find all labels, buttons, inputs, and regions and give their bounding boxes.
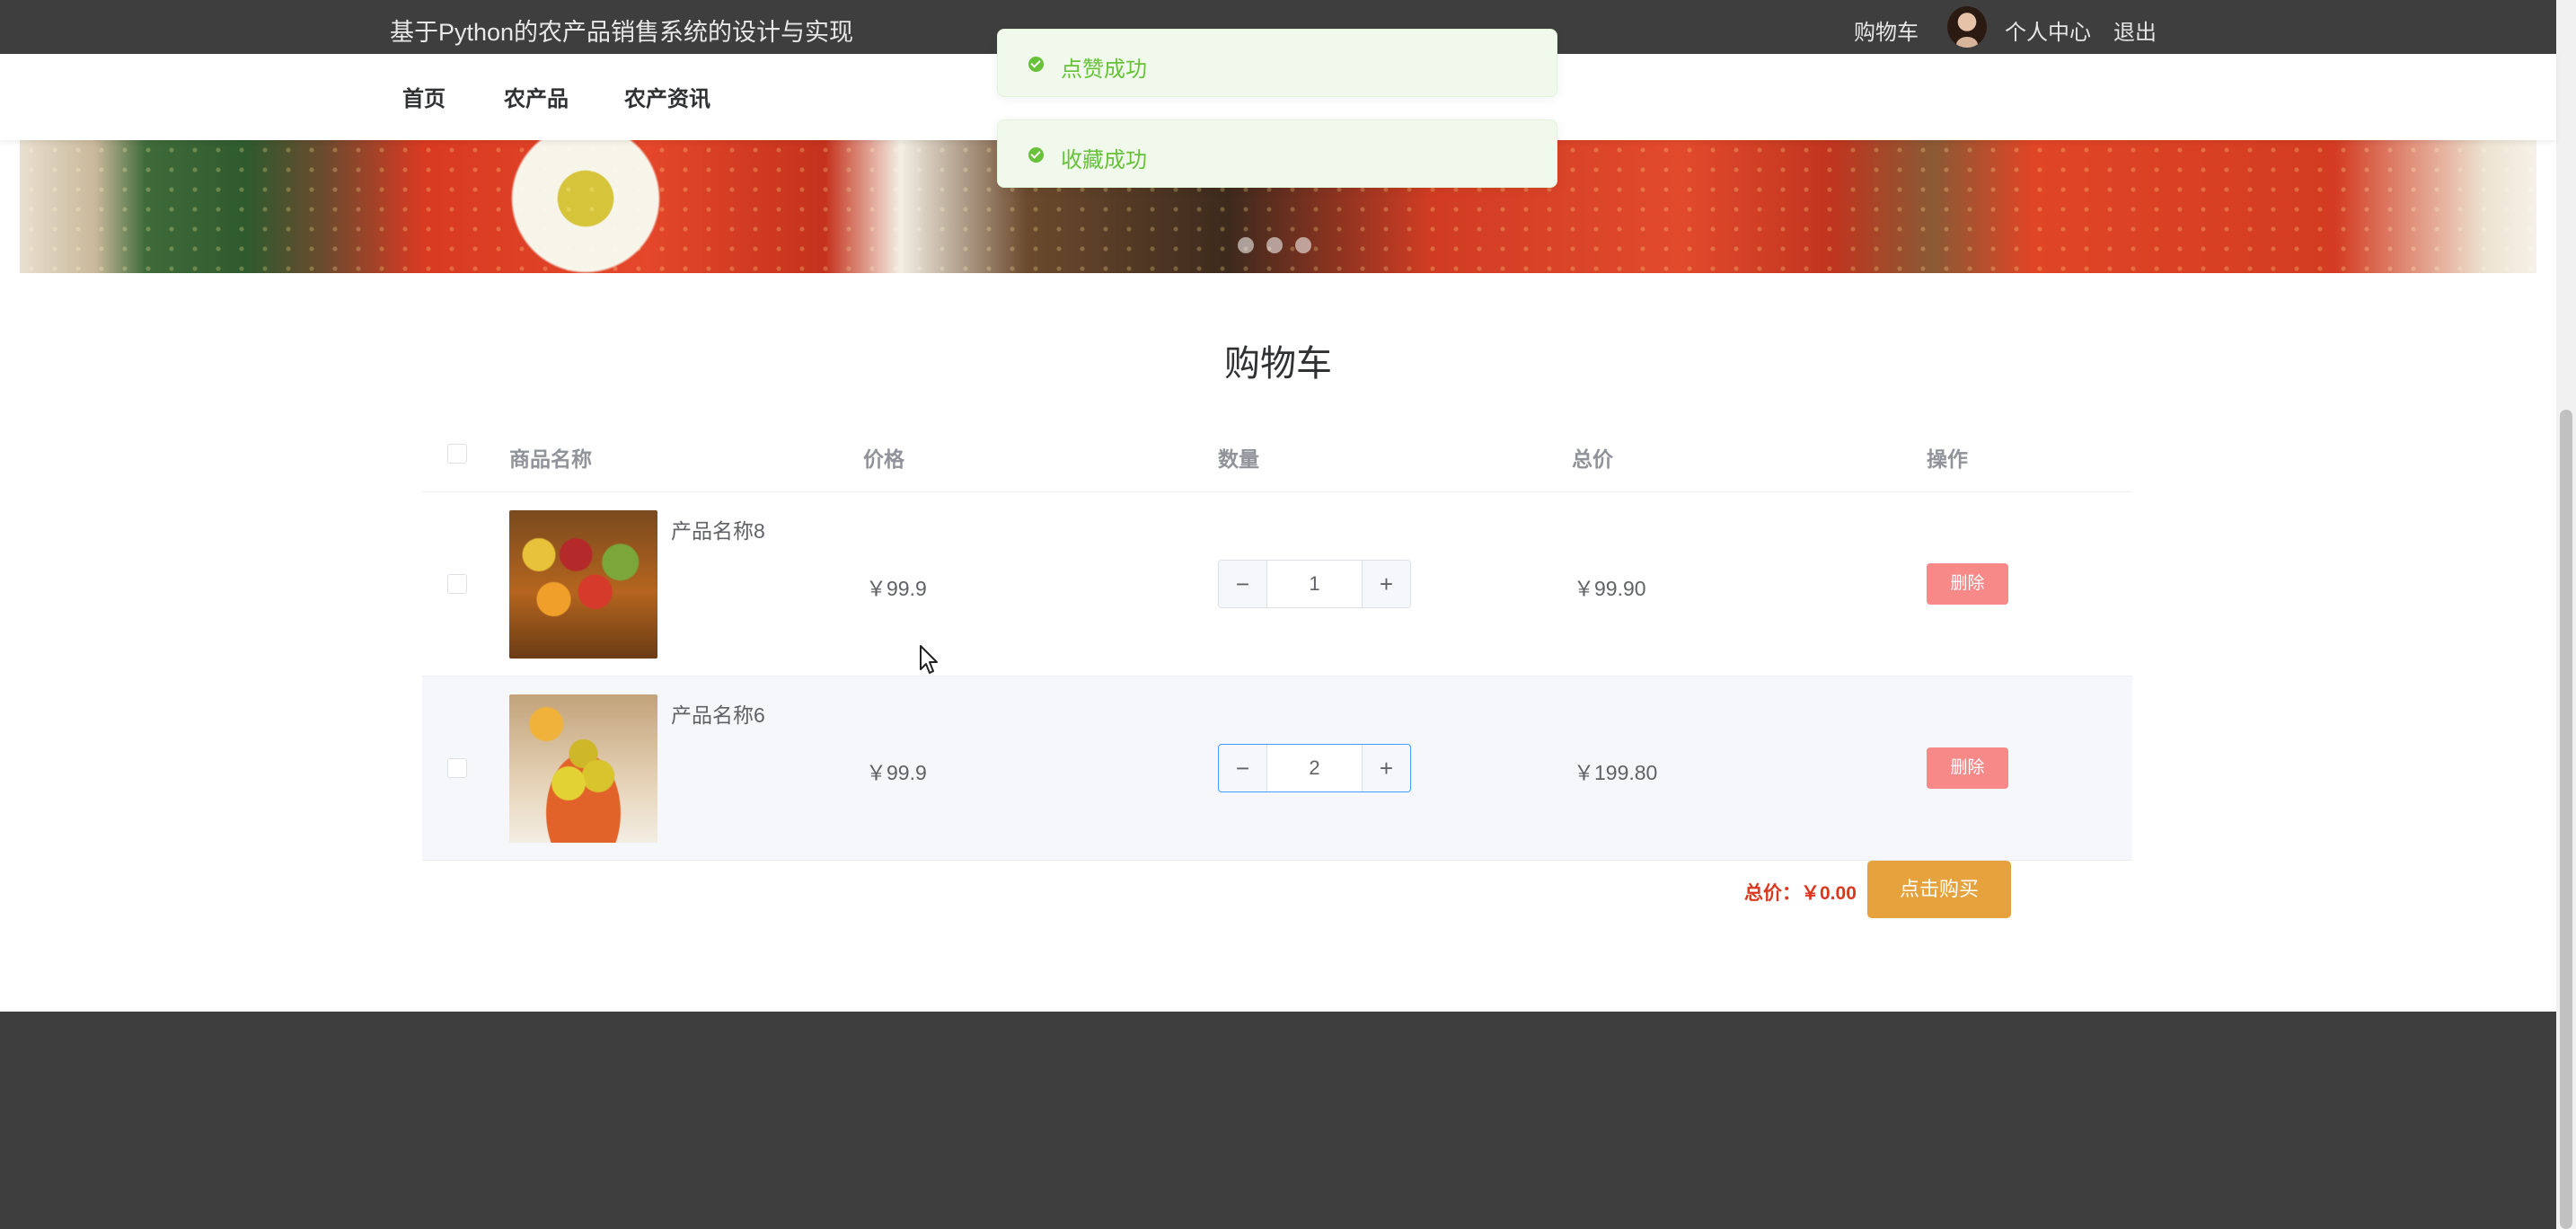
nav-item-news[interactable]: 农产资讯 [624,81,710,112]
page-footer [0,1012,2556,1229]
quantity-stepper: − 2 + [1218,744,1411,792]
product-name[interactable]: 产品名称6 [671,698,765,729]
product-price: ￥99.9 [866,577,927,600]
mouse-cursor-icon [920,645,938,674]
table-row: 产品名称8 ￥99.9 − 1 + ￥99.90 删除 [422,492,2132,676]
carousel-indicators [1238,237,1311,253]
delete-button[interactable]: 删除 [1927,747,2008,789]
product-image[interactable] [509,510,657,659]
delete-button[interactable]: 删除 [1927,563,2008,605]
row-subtotal: ￥199.80 [1574,761,1658,784]
carousel-dot-3[interactable] [1295,237,1311,253]
quantity-input[interactable]: 1 [1267,561,1362,607]
carousel-dot-2[interactable] [1266,237,1283,253]
product-name[interactable]: 产品名称8 [671,514,765,544]
decrease-button[interactable]: − [1219,745,1267,791]
quantity-input[interactable]: 2 [1267,745,1362,791]
page-title: 购物车 [1224,344,1332,384]
column-header-name: 商品名称 [509,447,592,471]
carousel-dot-1[interactable] [1238,237,1254,253]
buy-button[interactable]: 点击购买 [1867,861,2011,918]
scrollbar-thumb[interactable] [2560,410,2572,1229]
quantity-stepper: − 1 + [1218,560,1411,608]
increase-button[interactable]: + [1362,561,1410,607]
increase-button[interactable]: + [1362,745,1410,791]
column-header-quantity: 数量 [1218,447,1259,471]
cart-link[interactable]: 购物车 [1854,14,1919,46]
toast-message: 收藏成功 [1061,148,1147,172]
row-checkbox[interactable] [447,574,467,594]
toast-favorite-success: 收藏成功 [997,119,1557,188]
toast-like-success: 点赞成功 [997,29,1557,97]
cart-table: 商品名称 价格 数量 总价 操作 产品名称8 ￥99.9 − 1 + ￥99.9… [422,422,2132,861]
product-price: ￥99.9 [866,761,927,784]
toast-message: 点赞成功 [1061,57,1147,82]
select-all-checkbox[interactable] [447,444,467,464]
row-checkbox[interactable] [447,758,467,778]
check-circle-icon [1028,147,1044,163]
product-image[interactable] [509,694,657,843]
row-subtotal: ￥99.90 [1574,577,1646,600]
check-circle-icon [1028,57,1044,72]
nav-item-home[interactable]: 首页 [402,81,446,112]
column-header-subtotal: 总价 [1572,447,1613,471]
nav-item-products[interactable]: 农产品 [504,81,569,112]
profile-link[interactable]: 个人中心 [2005,14,2091,46]
decrease-button[interactable]: − [1219,561,1267,607]
logout-link[interactable]: 退出 [2113,14,2157,46]
column-header-action: 操作 [1927,447,1968,471]
site-title: 基于Python的农产品销售系统的设计与实现 [390,19,854,46]
table-row: 产品名称6 ￥99.9 − 2 + ￥199.80 删除 [422,676,2132,861]
avatar[interactable] [1947,6,1987,48]
table-header: 商品名称 价格 数量 总价 操作 [422,422,2132,492]
column-header-price: 价格 [863,447,904,471]
cart-total: 总价：￥0.00 [1744,883,1857,904]
